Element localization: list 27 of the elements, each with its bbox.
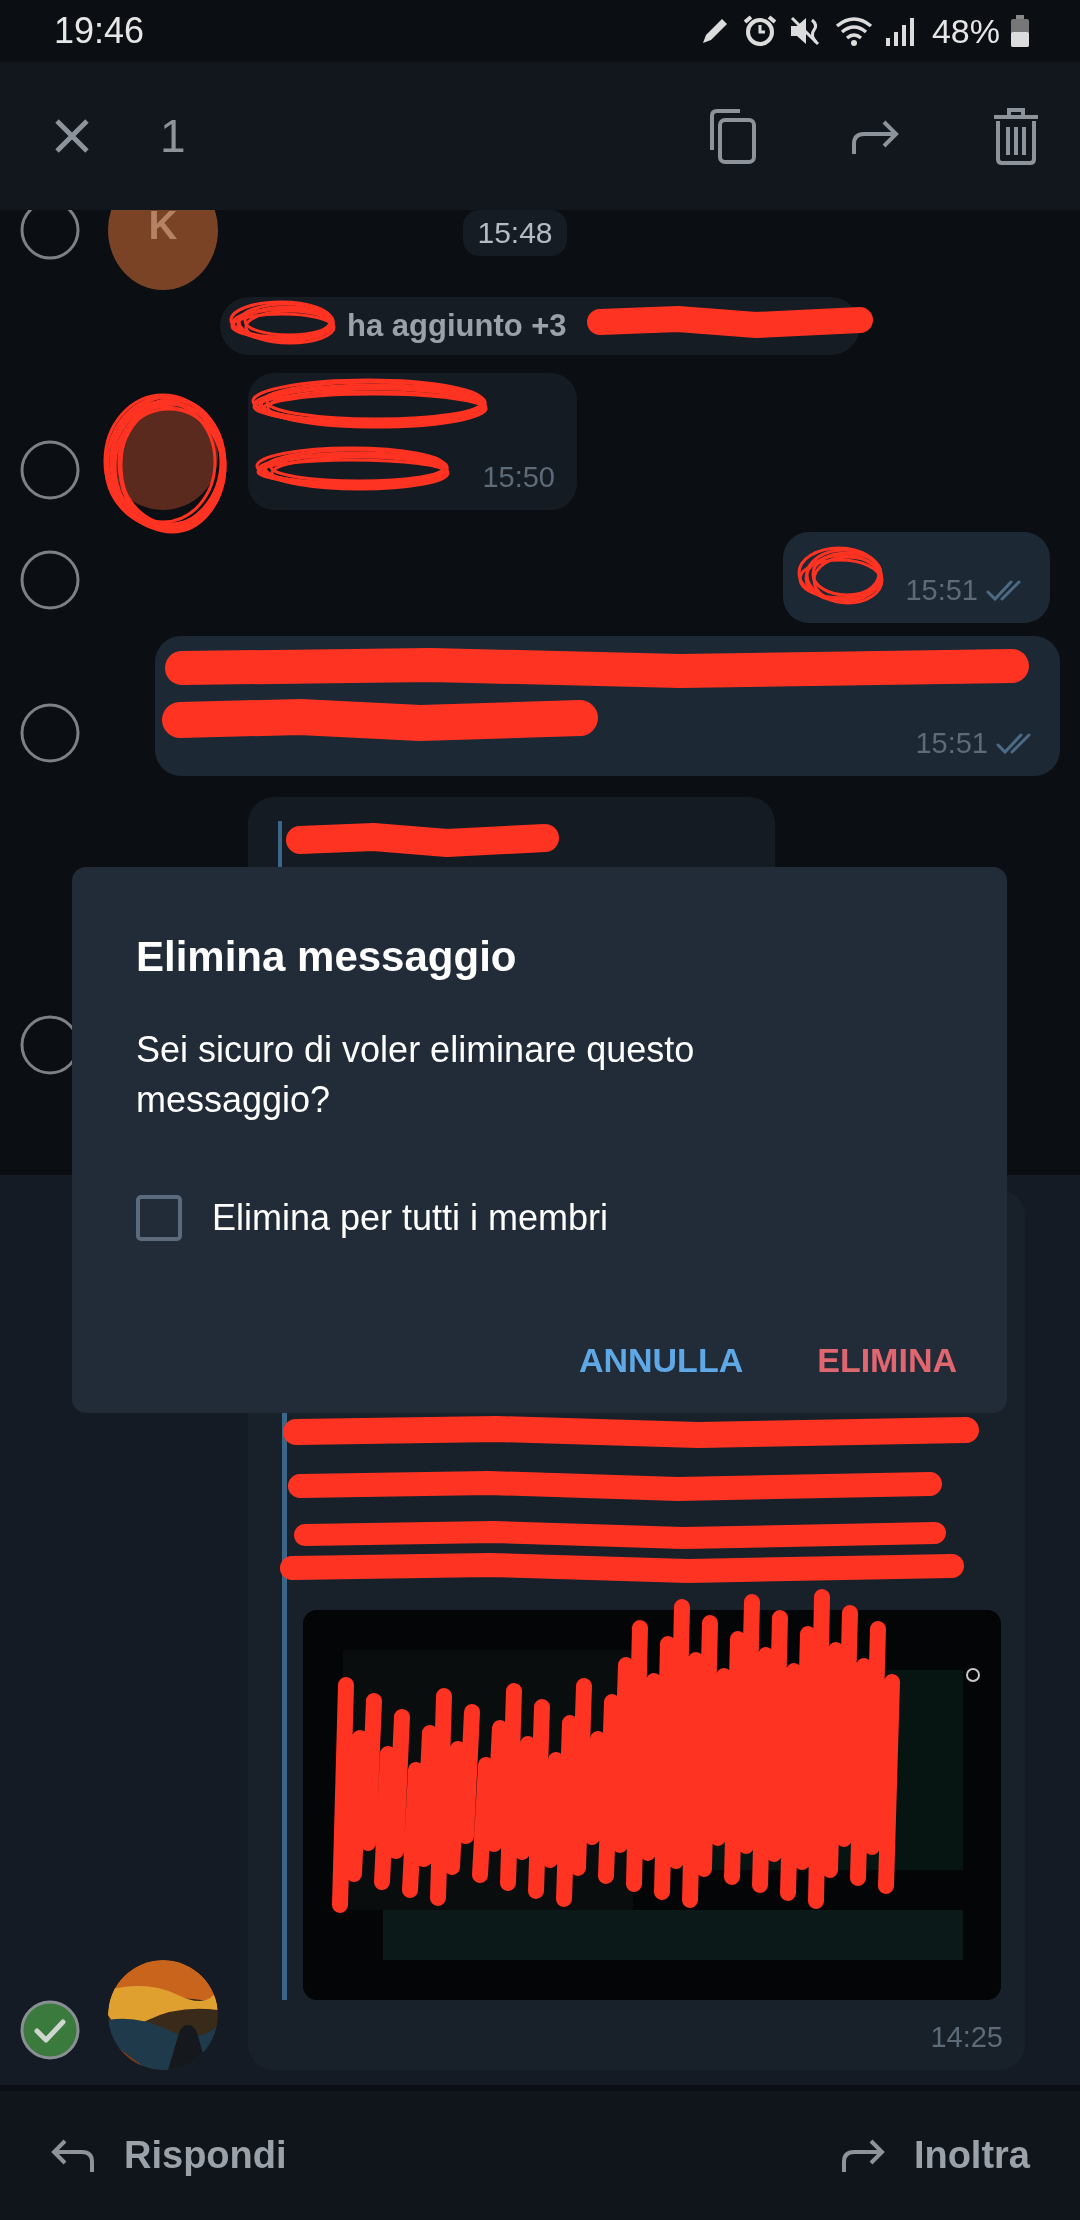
- battery-percentage: 48%: [931, 11, 1000, 51]
- select-circle[interactable]: [20, 440, 80, 500]
- avatar[interactable]: K: [108, 210, 218, 290]
- message-bubble[interactable]: 15:51: [783, 532, 1050, 623]
- cancel-button[interactable]: ANNULLA: [578, 1341, 744, 1380]
- battery-icon: [1010, 14, 1030, 48]
- delete-button[interactable]: ELIMINA: [817, 1341, 957, 1380]
- status-time: 19:46: [54, 10, 145, 52]
- checkbox[interactable]: [136, 1195, 182, 1241]
- message-time: 15:50: [482, 461, 555, 494]
- select-circle[interactable]: [20, 703, 80, 763]
- wifi-icon: [833, 14, 874, 48]
- select-circle[interactable]: [20, 550, 80, 610]
- forward-button[interactable]: Inoltra: [839, 2134, 1030, 2177]
- message-time: 15:51: [905, 574, 978, 607]
- selected-count: 1: [160, 109, 186, 163]
- selected-check-icon[interactable]: [20, 2000, 80, 2060]
- trash-icon[interactable]: [992, 107, 1040, 165]
- reply-button[interactable]: Rispondi: [50, 2134, 287, 2177]
- reply-icon: [50, 2137, 96, 2174]
- dialog-message: Sei sicuro di voler eliminare questo messaggio?: [136, 1028, 696, 1122]
- date-pill: 15:48: [463, 210, 567, 256]
- message-time: 15:51: [915, 727, 988, 760]
- dialog-title: Elimina messaggio: [136, 933, 518, 981]
- message-time: 14:25: [930, 2021, 1003, 2054]
- forward-icon: [839, 2137, 886, 2174]
- alarm-icon: [741, 14, 778, 48]
